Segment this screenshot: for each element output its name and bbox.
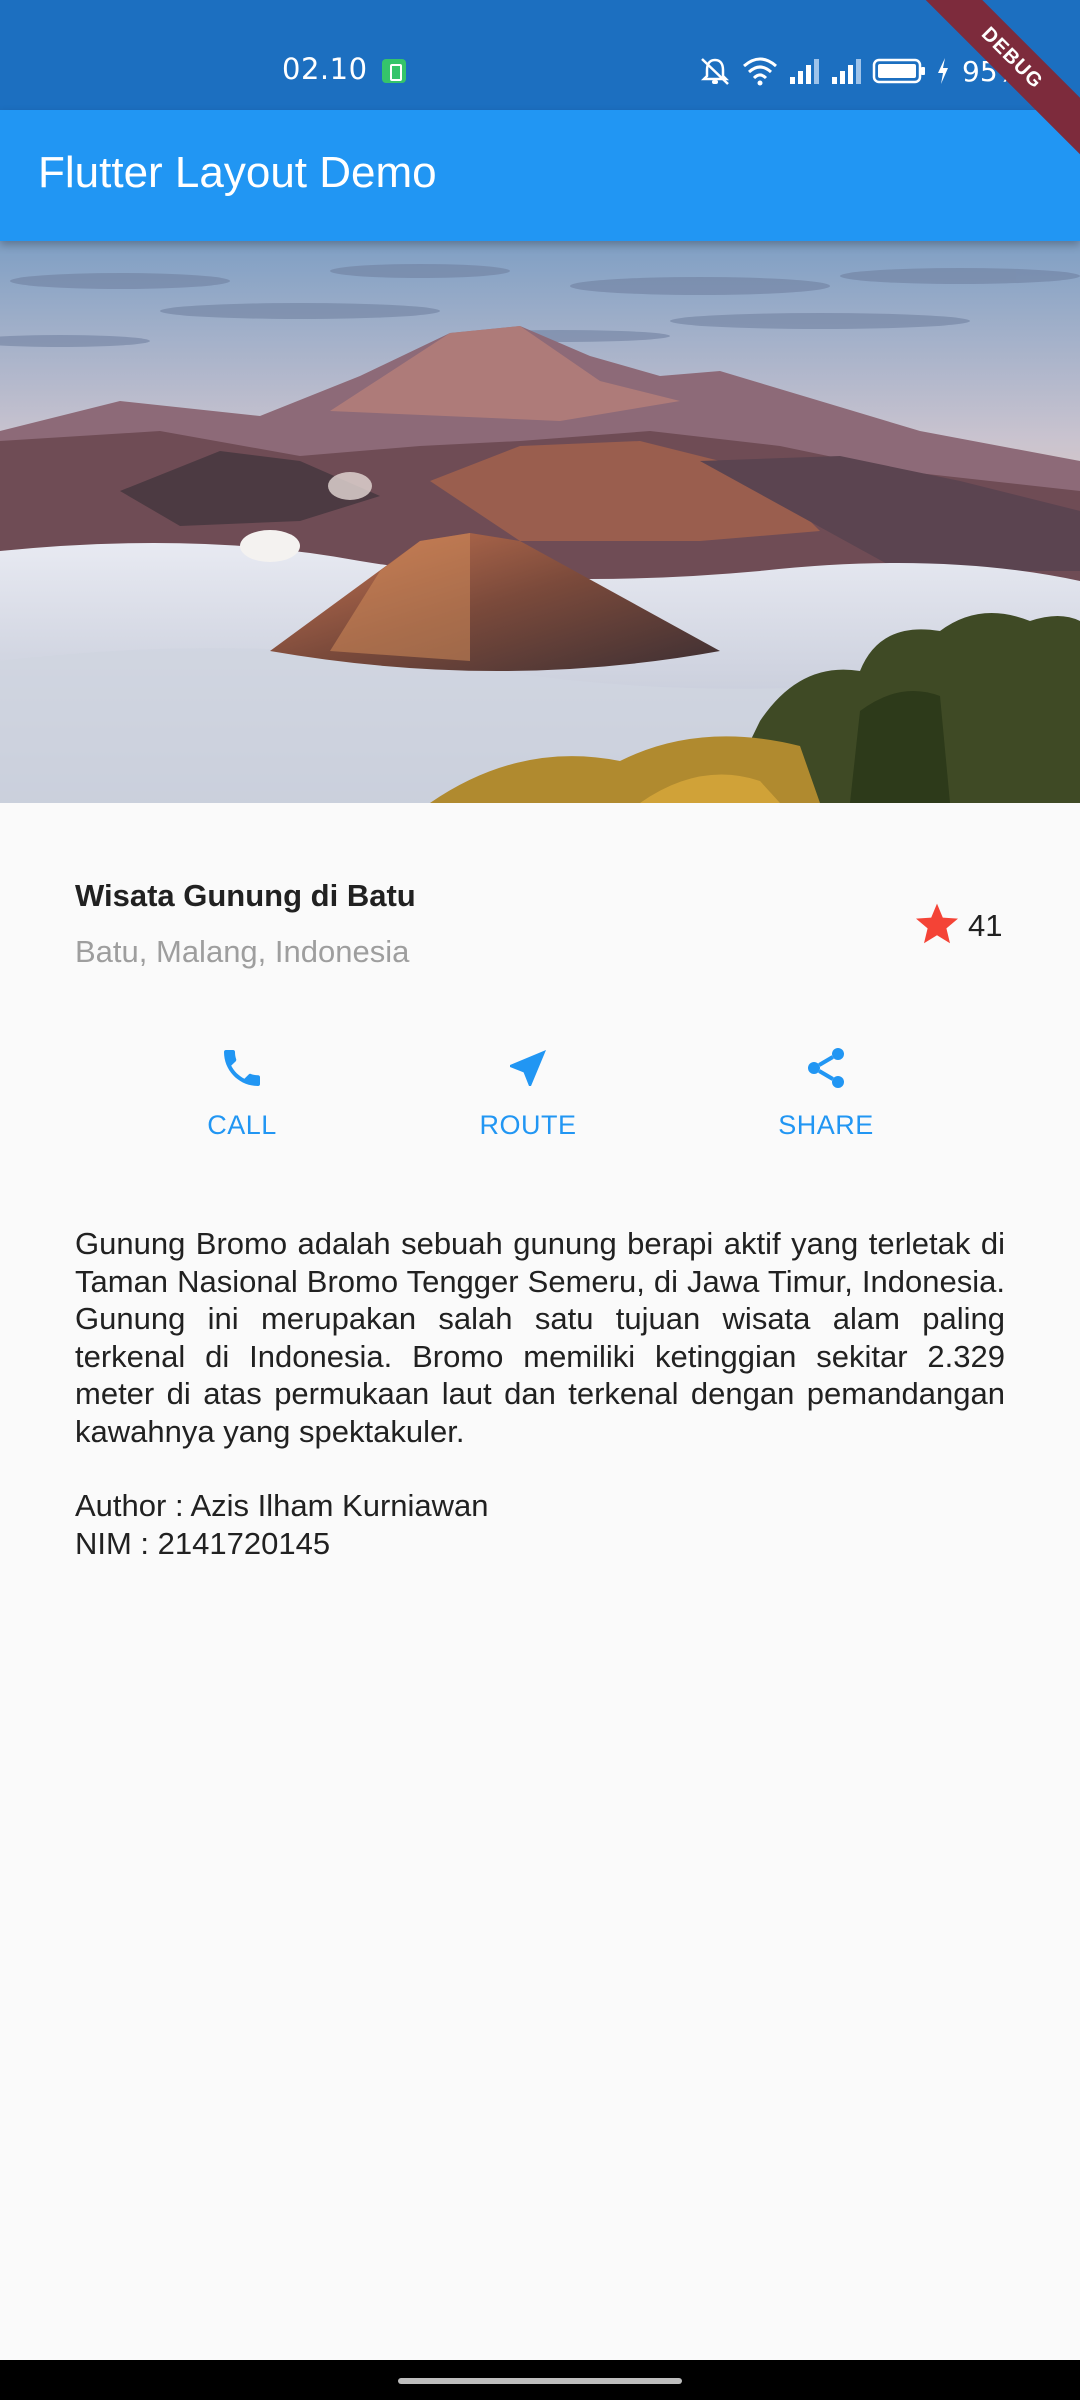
nim-text: NIM : 2141720145	[75, 1525, 331, 1561]
navigation-bar	[0, 2360, 1080, 2400]
charging-icon	[938, 58, 948, 84]
share-button[interactable]: SHARE	[726, 1040, 926, 1160]
star-count: 41	[968, 908, 1003, 943]
app-bar: Flutter Layout Demo	[0, 110, 1080, 241]
sim-status-icon	[382, 59, 406, 83]
call-button[interactable]: CALL	[142, 1040, 342, 1160]
button-section: CALL ROUTE SHARE	[0, 1040, 1080, 1160]
description-section: Gunung Bromo adalah sebuah gunung berapi…	[75, 1225, 1005, 1562]
phone-screen: 02.10 95% DEBUG Flutter Layout Demo Wisa…	[0, 0, 1080, 2400]
route-button-label: ROUTE	[479, 1110, 577, 1140]
status-time: 02.10	[282, 52, 368, 86]
phone-icon	[224, 1050, 260, 1086]
wifi-icon	[743, 57, 777, 86]
near-me-icon	[510, 1050, 546, 1086]
place-subtitle: Batu, Malang, Indonesia	[75, 934, 410, 969]
mountain-landscape-image	[0, 241, 1080, 803]
title-section: Wisata Gunung di Batu Batu, Malang, Indo…	[75, 860, 1005, 980]
app-title: Flutter Layout Demo	[38, 148, 437, 197]
route-button[interactable]: ROUTE	[428, 1040, 628, 1160]
star-icon	[916, 903, 958, 944]
battery-icon	[872, 58, 925, 84]
call-button-label: CALL	[207, 1110, 277, 1140]
description-text: Gunung Bromo adalah sebuah gunung berapi…	[75, 1226, 1005, 1449]
signal-icon	[790, 59, 819, 84]
share-icon	[808, 1048, 844, 1088]
signal-icon	[832, 59, 861, 84]
place-title: Wisata Gunung di Batu	[75, 878, 416, 913]
share-button-label: SHARE	[778, 1110, 874, 1140]
status-bar: 02.10 95%	[0, 0, 1080, 110]
mute-icon	[700, 58, 730, 85]
author-text: Author : Azis Ilham Kurniawan	[75, 1488, 489, 1523]
home-gesture-handle[interactable]	[398, 2378, 682, 2384]
hero-image	[0, 241, 1080, 803]
status-icons: 95%	[698, 54, 1024, 88]
